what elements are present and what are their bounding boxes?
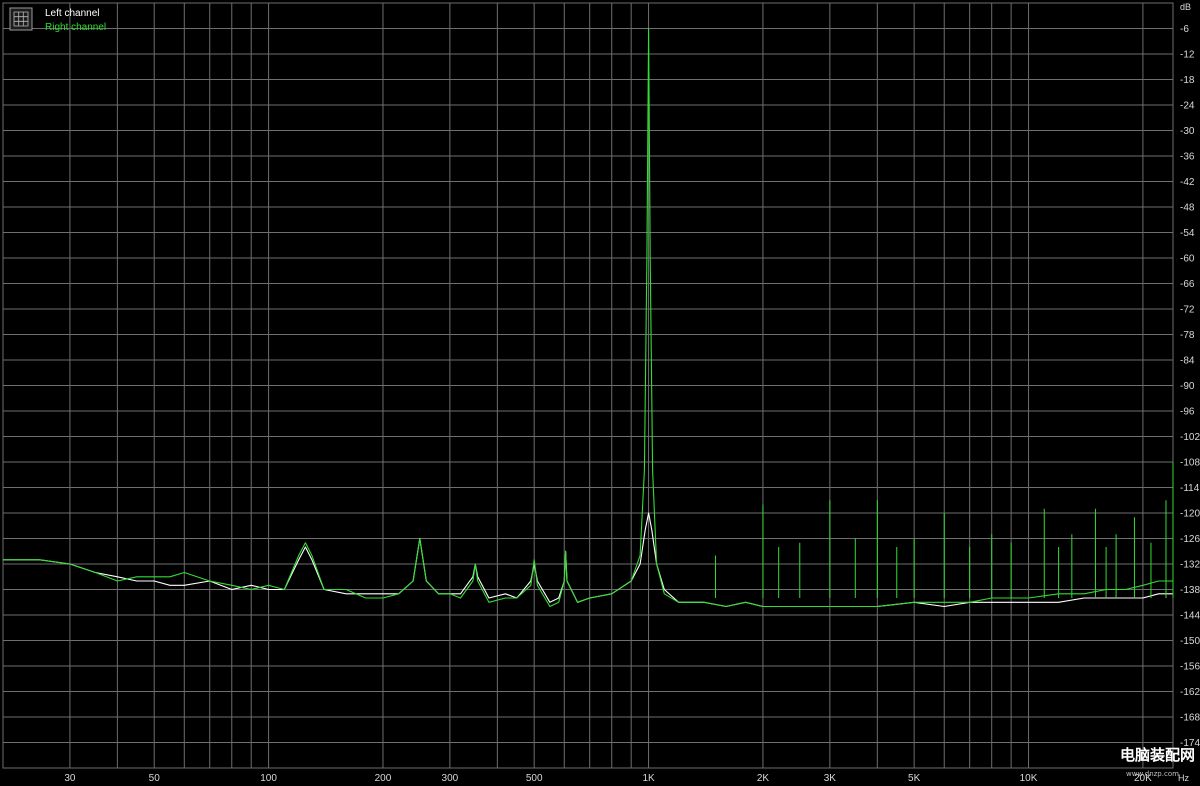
y-tick-label: -150 (1180, 636, 1200, 647)
watermark-text: 电脑装配网 (1120, 746, 1195, 764)
x-tick-label: 100 (260, 773, 277, 784)
legend-left-channel: Left channel (45, 8, 100, 19)
y-tick-label: -156 (1180, 662, 1200, 673)
y-tick-label: -30 (1180, 126, 1195, 137)
x-tick-label: 30 (64, 773, 76, 784)
y-tick-label: -132 (1180, 560, 1200, 571)
y-tick-label: -114 (1180, 483, 1200, 494)
y-tick-label: -102 (1180, 432, 1200, 443)
x-tick-label: 50 (149, 773, 161, 784)
y-tick-label: -12 (1180, 50, 1195, 61)
x-axis-unit-label: Hz (1178, 773, 1189, 783)
y-tick-label: -126 (1180, 534, 1200, 545)
x-tick-label: 2K (757, 773, 770, 784)
x-tick-label: 1K (642, 773, 655, 784)
y-tick-label: -66 (1180, 279, 1195, 290)
x-tick-label: 10K (1020, 773, 1038, 784)
y-tick-label: -6 (1180, 24, 1189, 35)
plot-background (0, 0, 1200, 786)
y-tick-label: -144 (1180, 611, 1200, 622)
grid-icon[interactable] (9, 7, 33, 31)
y-tick-label: -54 (1180, 228, 1195, 239)
y-tick-label: -84 (1180, 356, 1195, 367)
spectrum-chart: -6 -12 -18 -24 -30 -36 -42 -48 -54 -60 -66 -72 -78 -8… (0, 0, 1200, 786)
y-tick-label: -48 (1180, 203, 1195, 214)
y-tick-label: -90 (1180, 381, 1195, 392)
legend-right-channel: Right channel (45, 22, 106, 33)
y-tick-label: -162 (1180, 687, 1200, 698)
y-axis-unit-label: dB (1180, 2, 1191, 12)
y-tick-label: -42 (1180, 177, 1195, 188)
y-tick-label: -72 (1180, 305, 1195, 316)
y-tick-label: -120 (1180, 509, 1200, 520)
x-tick-label: 500 (526, 773, 543, 784)
x-tick-label: 200 (375, 773, 392, 784)
y-tick-label: -96 (1180, 407, 1195, 418)
x-tick-label: 5K (908, 773, 921, 784)
y-tick-label: -24 (1180, 101, 1195, 112)
y-tick-label: -78 (1180, 330, 1195, 341)
y-tick-label: -138 (1180, 585, 1200, 596)
x-tick-label: 300 (442, 773, 459, 784)
y-tick-label: -18 (1180, 75, 1195, 86)
watermark-url: www.dnzp.com (1126, 770, 1179, 778)
y-tick-label: -168 (1180, 713, 1200, 724)
y-tick-label: -36 (1180, 152, 1195, 163)
x-tick-label: 3K (824, 773, 837, 784)
y-tick-label: -60 (1180, 254, 1195, 265)
y-tick-label: -108 (1180, 458, 1200, 469)
